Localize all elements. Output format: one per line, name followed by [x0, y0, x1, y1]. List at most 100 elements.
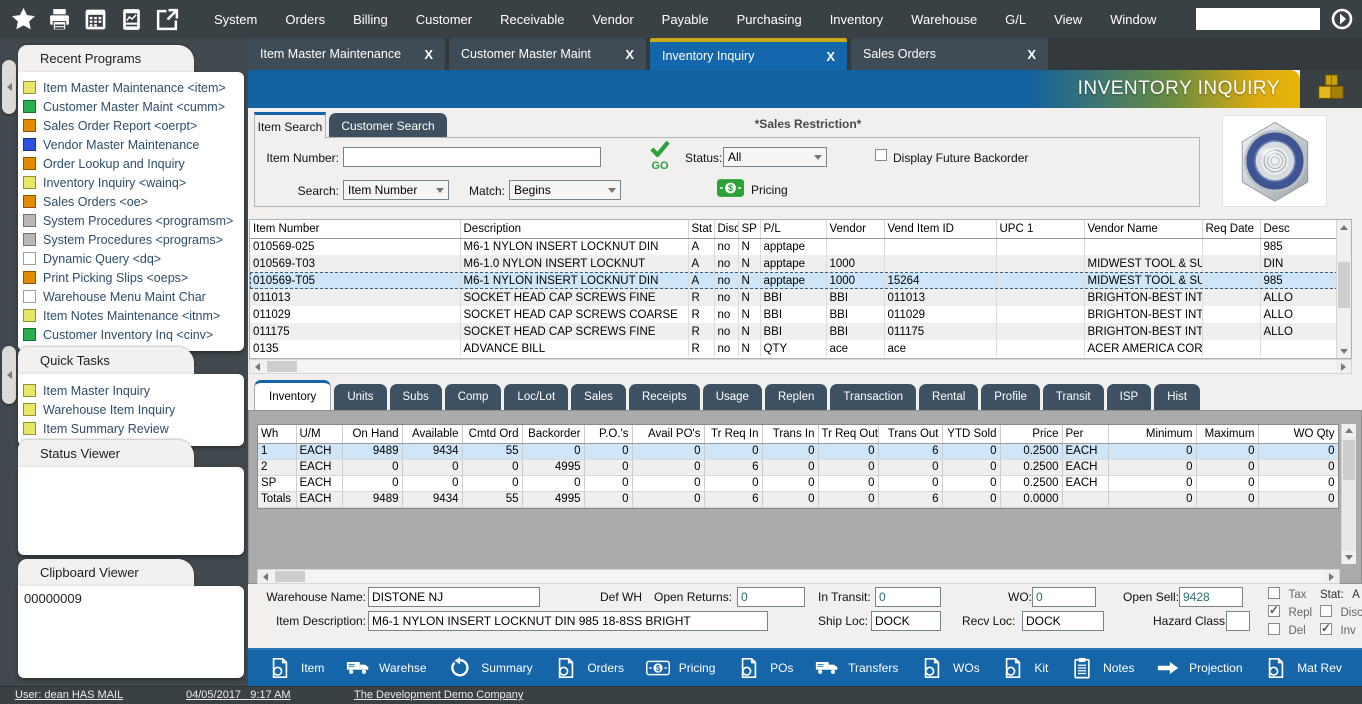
- detail-tab-comp[interactable]: Comp: [445, 384, 502, 410]
- display-future-backorder-checkbox[interactable]: [875, 149, 887, 161]
- menu-receivable[interactable]: Receivable: [486, 12, 578, 27]
- column-header[interactable]: Disc: [714, 220, 738, 238]
- detail-tab-inventory[interactable]: Inventory: [254, 380, 331, 410]
- toolbar-pricing-button[interactable]: $Pricing: [646, 657, 716, 679]
- wo-input[interactable]: [1032, 587, 1096, 607]
- settings-icon[interactable]: [1330, 7, 1354, 31]
- detail-tab-loc-lot[interactable]: Loc/Lot: [504, 384, 568, 410]
- column-header[interactable]: P.O.'s: [584, 425, 632, 443]
- column-header[interactable]: Minimum: [1108, 425, 1196, 443]
- warehouse-row[interactable]: TotalsEACH9489943455499500600600.0000000: [258, 491, 1338, 507]
- print-icon[interactable]: [47, 7, 72, 32]
- column-header[interactable]: YTD Sold: [942, 425, 1000, 443]
- detail-tab-isp[interactable]: ISP: [1107, 384, 1152, 410]
- menu-inventory[interactable]: Inventory: [816, 12, 897, 27]
- item-row[interactable]: 011175SOCKET HEAD CAP SCREWS FINERnoNBBI…: [250, 323, 1338, 340]
- column-header[interactable]: Description: [460, 220, 688, 238]
- scroll-left-button[interactable]: [258, 570, 273, 583]
- column-header[interactable]: Per: [1062, 425, 1108, 443]
- detail-tab-rental[interactable]: Rental: [919, 384, 978, 410]
- hazard-class-input[interactable]: [1226, 611, 1250, 631]
- in-transit-input[interactable]: [875, 587, 941, 607]
- recent-program-item[interactable]: Print Picking Slips <oeps>: [18, 268, 244, 287]
- column-header[interactable]: WO Qty: [1258, 425, 1338, 443]
- recent-program-item[interactable]: Item Notes Maintenance <itnm>: [18, 306, 244, 325]
- disc-checkbox[interactable]: [1320, 605, 1332, 617]
- column-header[interactable]: Wh: [258, 425, 296, 443]
- recent-programs-header[interactable]: Recent Programs: [18, 45, 194, 72]
- scroll-thumb[interactable]: [1343, 440, 1355, 480]
- match-select[interactable]: Begins: [509, 180, 621, 200]
- menu-orders[interactable]: Orders: [271, 12, 339, 27]
- menu-billing[interactable]: Billing: [339, 12, 402, 27]
- window-tab-customer-master-maint[interactable]: Customer Master MaintX: [449, 38, 646, 70]
- scroll-thumb[interactable]: [275, 571, 305, 582]
- detail-tab-transit[interactable]: Transit: [1043, 384, 1104, 410]
- column-header[interactable]: Trans Out: [878, 425, 942, 443]
- column-header[interactable]: Trans In: [762, 425, 818, 443]
- toolbar-summary-button[interactable]: Summary: [448, 657, 532, 679]
- recent-program-item[interactable]: Sales Order Report <oerpt>: [18, 116, 244, 135]
- recent-program-item[interactable]: System Procedures <programs>: [18, 230, 244, 249]
- toolbar-wos-button[interactable]: WOs: [920, 657, 980, 679]
- inv-checkbox[interactable]: [1320, 623, 1332, 635]
- column-header[interactable]: On Hand: [342, 425, 402, 443]
- recent-program-item[interactable]: Sales Orders <oe>: [18, 192, 244, 211]
- detail-tab-transaction[interactable]: Transaction: [830, 384, 916, 410]
- item-row[interactable]: 010569-T05M6-1 NYLON INSERT LOCKNUT DINA…: [250, 272, 1338, 289]
- tab-item-search[interactable]: Item Search: [254, 112, 326, 138]
- column-header[interactable]: Vendor Name: [1084, 220, 1202, 238]
- column-header[interactable]: Vendor: [826, 220, 884, 238]
- scroll-up-button[interactable]: [1342, 424, 1356, 437]
- column-header[interactable]: UPC 1: [996, 220, 1084, 238]
- window-tab-item-master-maintenance[interactable]: Item Master MaintenanceX: [248, 38, 445, 70]
- detail-tab-usage[interactable]: Usage: [703, 384, 762, 410]
- column-header[interactable]: Avail PO's: [632, 425, 704, 443]
- go-button[interactable]: GO: [643, 140, 677, 172]
- toolbar-warehse-button[interactable]: Warehse: [346, 657, 427, 679]
- report-icon[interactable]: [119, 7, 144, 32]
- scroll-down-button[interactable]: [1342, 551, 1356, 564]
- column-header[interactable]: Price: [1000, 425, 1062, 443]
- calendar-icon[interactable]: [83, 7, 108, 32]
- toolbar-notes-button[interactable]: Notes: [1070, 657, 1134, 679]
- sidebar-collapse-button[interactable]: [2, 60, 16, 114]
- ship-loc-input[interactable]: [871, 611, 941, 631]
- item-row[interactable]: 0135ADVANCE BILLRnoNQTYaceaceACER AMERIC…: [250, 340, 1338, 357]
- scroll-left-button[interactable]: [250, 360, 265, 373]
- column-header[interactable]: Backorder: [522, 425, 584, 443]
- column-header[interactable]: Item Number: [250, 220, 460, 238]
- scroll-down-button[interactable]: [1337, 344, 1351, 358]
- quick-task-item[interactable]: Item Summary Review: [18, 419, 244, 438]
- recent-program-item[interactable]: Customer Master Maint <cumm>: [18, 97, 244, 116]
- warehouse-row[interactable]: 1EACH9489943455000000600.2500EACH000: [258, 443, 1338, 459]
- warehouse-row[interactable]: SPEACH000000000000.2500EACH000: [258, 475, 1338, 491]
- toolbar-transfers-button[interactable]: Transfers: [815, 657, 898, 679]
- sidebar-collapse-button-2[interactable]: [2, 346, 16, 404]
- column-header[interactable]: Available: [402, 425, 462, 443]
- menu-payable[interactable]: Payable: [648, 12, 723, 27]
- toolbar-item-button[interactable]: Item: [268, 657, 324, 679]
- detail-tab-sales[interactable]: Sales: [571, 384, 626, 410]
- detail-tab-units[interactable]: Units: [334, 384, 386, 410]
- menu-warehouse[interactable]: Warehouse: [897, 12, 991, 27]
- window-tab-sales-orders[interactable]: Sales OrdersX: [851, 38, 1048, 70]
- close-icon[interactable]: X: [826, 49, 835, 64]
- column-header[interactable]: P/L: [760, 220, 826, 238]
- scroll-right-button[interactable]: [1336, 360, 1351, 373]
- detail-tab-hist[interactable]: Hist: [1154, 384, 1200, 410]
- menu-g-l[interactable]: G/L: [991, 12, 1040, 27]
- tax-checkbox[interactable]: [1268, 587, 1280, 599]
- tab-customer-search[interactable]: Customer Search: [329, 113, 447, 138]
- recent-program-item[interactable]: Item Master Maintenance <item>: [18, 78, 244, 97]
- scroll-thumb[interactable]: [1338, 262, 1350, 308]
- toolbar-orders-button[interactable]: Orders: [554, 657, 624, 679]
- status-viewer-header[interactable]: Status Viewer: [18, 440, 194, 467]
- recent-program-item[interactable]: System Procedures <programsm>: [18, 211, 244, 230]
- close-icon[interactable]: X: [1027, 47, 1036, 62]
- column-header[interactable]: Stat: [688, 220, 714, 238]
- quick-tasks-header[interactable]: Quick Tasks: [18, 347, 194, 374]
- status-user[interactable]: User: dean HAS MAIL: [15, 689, 123, 701]
- scroll-right-button[interactable]: [1324, 570, 1339, 583]
- column-header[interactable]: SP: [738, 220, 760, 238]
